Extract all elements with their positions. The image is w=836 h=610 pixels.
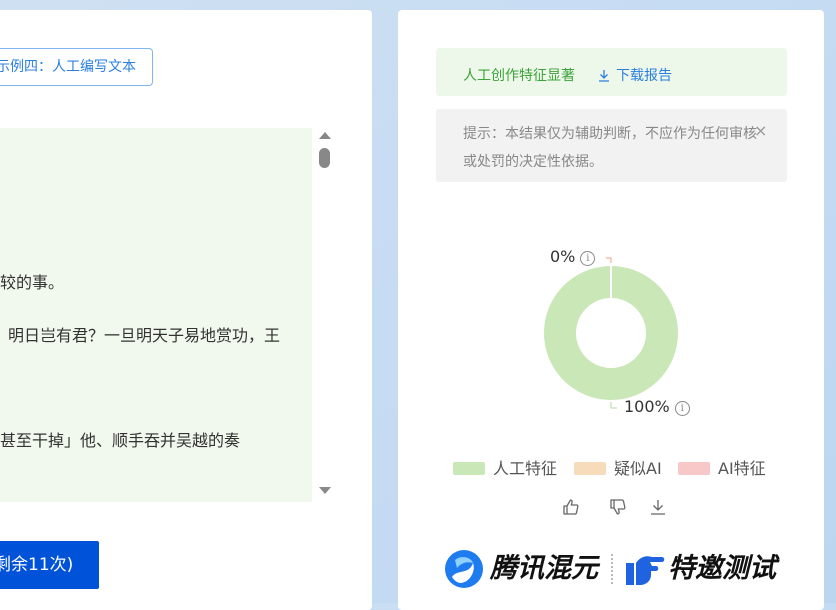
thumbs-down-icon[interactable]	[608, 497, 628, 517]
thumbs-up-icon[interactable]	[561, 497, 581, 517]
scroll-up-arrow-icon[interactable]	[319, 132, 331, 139]
example-tab-label: 示例四：人工编写文本	[0, 59, 136, 75]
scroll-down-arrow-icon[interactable]	[319, 487, 331, 494]
brand-hunyuan: 腾讯混元	[490, 553, 598, 584]
ai-percent-label: 0% i	[550, 247, 596, 266]
legend-swatch	[453, 462, 485, 475]
scroll-thumb[interactable]	[319, 148, 330, 168]
text-line: 明日岂有君？一旦明天子易地赏功，王	[8, 326, 281, 345]
text-line: 乎甚至干掉」他、顺手吞并吴越的奏	[0, 431, 241, 450]
download-report-link[interactable]: 下载报告	[598, 65, 672, 85]
human-percent-label: 100% i	[624, 397, 690, 416]
brand-invite-test: 特邀测试	[668, 553, 776, 584]
legend-item-ai[interactable]: AI特征	[678, 455, 766, 479]
leader-line-ai	[606, 257, 612, 263]
submit-button-label: 剩余11次)	[0, 555, 74, 575]
legend-label: 人工特征	[493, 459, 558, 478]
result-verdict: 人工创作特征显著	[463, 68, 575, 84]
brand-divider	[611, 554, 613, 584]
close-icon[interactable]: ×	[754, 121, 767, 140]
result-banner: 人工创作特征显著 下载报告	[436, 48, 787, 96]
invite-hand-icon	[626, 556, 665, 585]
human-percent-value: 100%	[624, 397, 670, 416]
example-tab[interactable]: 示例四：人工编写文本	[0, 48, 153, 86]
download-icon[interactable]	[648, 497, 668, 517]
legend-swatch	[574, 462, 606, 475]
scrollbar[interactable]	[314, 128, 334, 502]
legend-item-human[interactable]: 人工特征	[453, 455, 557, 479]
legend-swatch	[678, 462, 710, 475]
download-report-label: 下载报告	[616, 68, 672, 84]
hunyuan-logo-icon	[445, 550, 483, 588]
submit-button[interactable]: 剩余11次)	[0, 541, 99, 589]
legend-item-suspected-ai[interactable]: 疑似AI	[574, 455, 662, 479]
legend-label: AI特征	[718, 459, 766, 478]
info-icon[interactable]: i	[674, 401, 690, 416]
leader-line-human	[610, 402, 617, 409]
disclaimer-tip: 提示：本结果仅为辅助判断，不应作为任何审核或处罚的决定性依据。 ×	[436, 109, 787, 182]
text-input-area[interactable]: 北较的事。 明日岂有君？一旦明天子易地赏功，王 乎甚至干掉」他、顺手吞并吴越的奏	[0, 128, 312, 502]
info-icon[interactable]: i	[580, 251, 596, 266]
ai-percent-value: 0%	[550, 247, 576, 266]
legend-label: 疑似AI	[614, 459, 662, 478]
disclaimer-text: 提示：本结果仅为辅助判断，不应作为任何审核或处罚的决定性依据。	[463, 126, 757, 170]
text-line: 北较的事。	[0, 273, 65, 292]
download-icon	[599, 70, 609, 82]
